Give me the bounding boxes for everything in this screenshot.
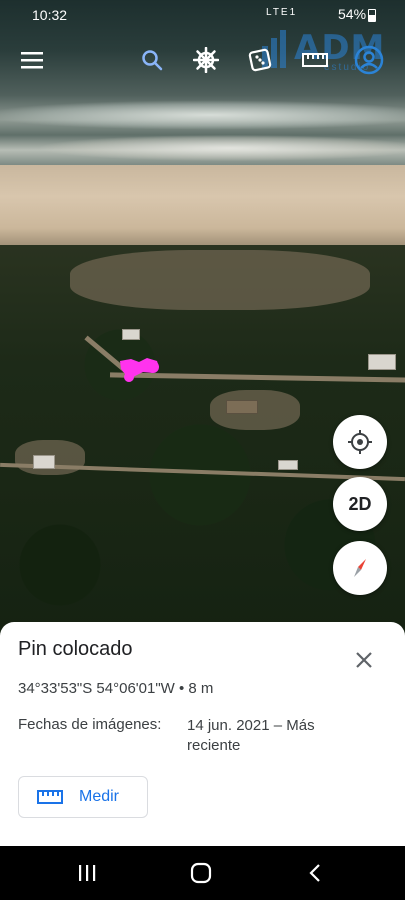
home-button[interactable] — [186, 858, 216, 888]
hamburger-menu-icon — [21, 52, 43, 69]
compass-icon — [354, 559, 366, 577]
account-icon — [354, 45, 384, 75]
ruler-icon — [302, 53, 328, 67]
sheet-title: Pin colocado — [18, 638, 133, 660]
dice-icon — [248, 48, 272, 72]
close-sheet-button[interactable] — [350, 646, 378, 674]
home-icon — [190, 862, 212, 884]
building — [368, 354, 396, 370]
building — [33, 455, 55, 469]
close-icon — [356, 652, 372, 668]
recent-apps-button[interactable] — [72, 858, 102, 888]
measure-button-label: Medir — [79, 788, 120, 805]
back-button[interactable] — [300, 858, 330, 888]
menu-button[interactable] — [15, 43, 49, 77]
compass-button[interactable] — [333, 541, 387, 595]
system-nav-bar — [0, 846, 405, 900]
status-time: 10:32 — [32, 7, 68, 23]
recent-apps-icon — [79, 865, 96, 881]
building — [122, 329, 140, 340]
search-icon — [142, 50, 163, 71]
voyager-button[interactable] — [189, 43, 223, 77]
back-chevron-icon — [309, 864, 320, 882]
pin-details-sheet: Pin colocado 34°33'53"S 54°06'01"W • 8 m… — [0, 622, 405, 846]
placed-pin-marker[interactable] — [117, 355, 161, 383]
view-mode-label: 2D — [348, 493, 372, 514]
imagery-dates-label: Fechas de imágenes: — [18, 716, 162, 733]
wave-foam — [0, 100, 405, 130]
ship-wheel-icon — [193, 47, 219, 73]
search-button[interactable] — [135, 43, 169, 77]
measure-tool-button[interactable] — [298, 43, 332, 77]
account-button[interactable] — [352, 43, 386, 77]
clearing — [70, 250, 370, 310]
satellite-map[interactable] — [0, 0, 405, 640]
wave-foam — [40, 135, 405, 161]
building — [226, 400, 258, 414]
feeling-lucky-button[interactable] — [243, 43, 277, 77]
view-mode-button[interactable]: 2D — [333, 477, 387, 531]
imagery-dates-value: 14 jun. 2021 – Más reciente — [187, 717, 315, 754]
measure-button[interactable]: Medir — [18, 776, 148, 818]
my-location-button[interactable] — [333, 415, 387, 469]
top-toolbar — [0, 38, 405, 84]
crosshair-icon — [348, 430, 372, 454]
building — [278, 460, 298, 470]
beach-sand — [0, 165, 405, 255]
ruler-icon — [37, 790, 63, 804]
pin-coordinates: 34°33'53"S 54°06'01"W • 8 m — [18, 680, 214, 697]
